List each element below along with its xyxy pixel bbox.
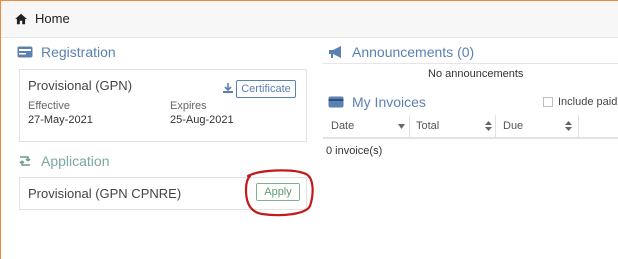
retweet-icon (19, 156, 31, 166)
announcements-title: Announcements (0) (328, 44, 474, 60)
credit-card-icon (328, 96, 344, 108)
sort-icon[interactable] (565, 121, 572, 131)
invoices-table-header: Date Total Due (323, 115, 618, 138)
announcements-divider (323, 63, 618, 64)
column-separator (578, 115, 579, 138)
certificate-button[interactable]: Certificate (236, 80, 296, 98)
application-title-text: Application (41, 153, 110, 169)
sort-icon[interactable] (485, 121, 492, 131)
include-paid[interactable]: Include paid (543, 96, 617, 108)
invoices-count: 0 invoice(s) (326, 145, 383, 157)
application-title: Application (17, 153, 110, 169)
invoices-table-divider (323, 138, 618, 139)
registration-name: Provisional (GPN) (28, 78, 133, 93)
breadcrumb[interactable]: Home (13, 11, 70, 26)
include-paid-label: Include paid (558, 96, 618, 108)
expires-label: Expires (170, 100, 207, 112)
breadcrumb-home-label: Home (35, 11, 70, 26)
home-icon (15, 13, 27, 24)
registration-title: Registration (17, 44, 116, 60)
invoices-title: My Invoices (328, 94, 426, 110)
expires-value: 25-Aug-2021 (170, 114, 234, 126)
checkbox-icon[interactable] (543, 97, 553, 107)
effective-value: 27-May-2021 (28, 114, 93, 126)
megaphone-icon (329, 46, 341, 58)
invoices-title-text: My Invoices (352, 94, 426, 110)
application-name: Provisional (GPN CPNRE) (28, 186, 182, 201)
top-bar: Home (1, 1, 618, 38)
download-icon (223, 83, 233, 93)
registration-title-text: Registration (41, 44, 116, 60)
column-total[interactable]: Total (416, 115, 439, 138)
annotation-circle (244, 169, 314, 217)
effective-label: Effective (28, 100, 70, 112)
column-date[interactable]: Date (331, 115, 354, 138)
column-separator (409, 115, 410, 138)
announcements-empty-text: No announcements (428, 68, 524, 80)
caret-down-icon[interactable] (398, 124, 405, 130)
column-due[interactable]: Due (503, 115, 523, 138)
column-separator (495, 115, 496, 138)
id-card-icon (17, 46, 33, 58)
announcements-title-text: Announcements (0) (352, 44, 475, 60)
